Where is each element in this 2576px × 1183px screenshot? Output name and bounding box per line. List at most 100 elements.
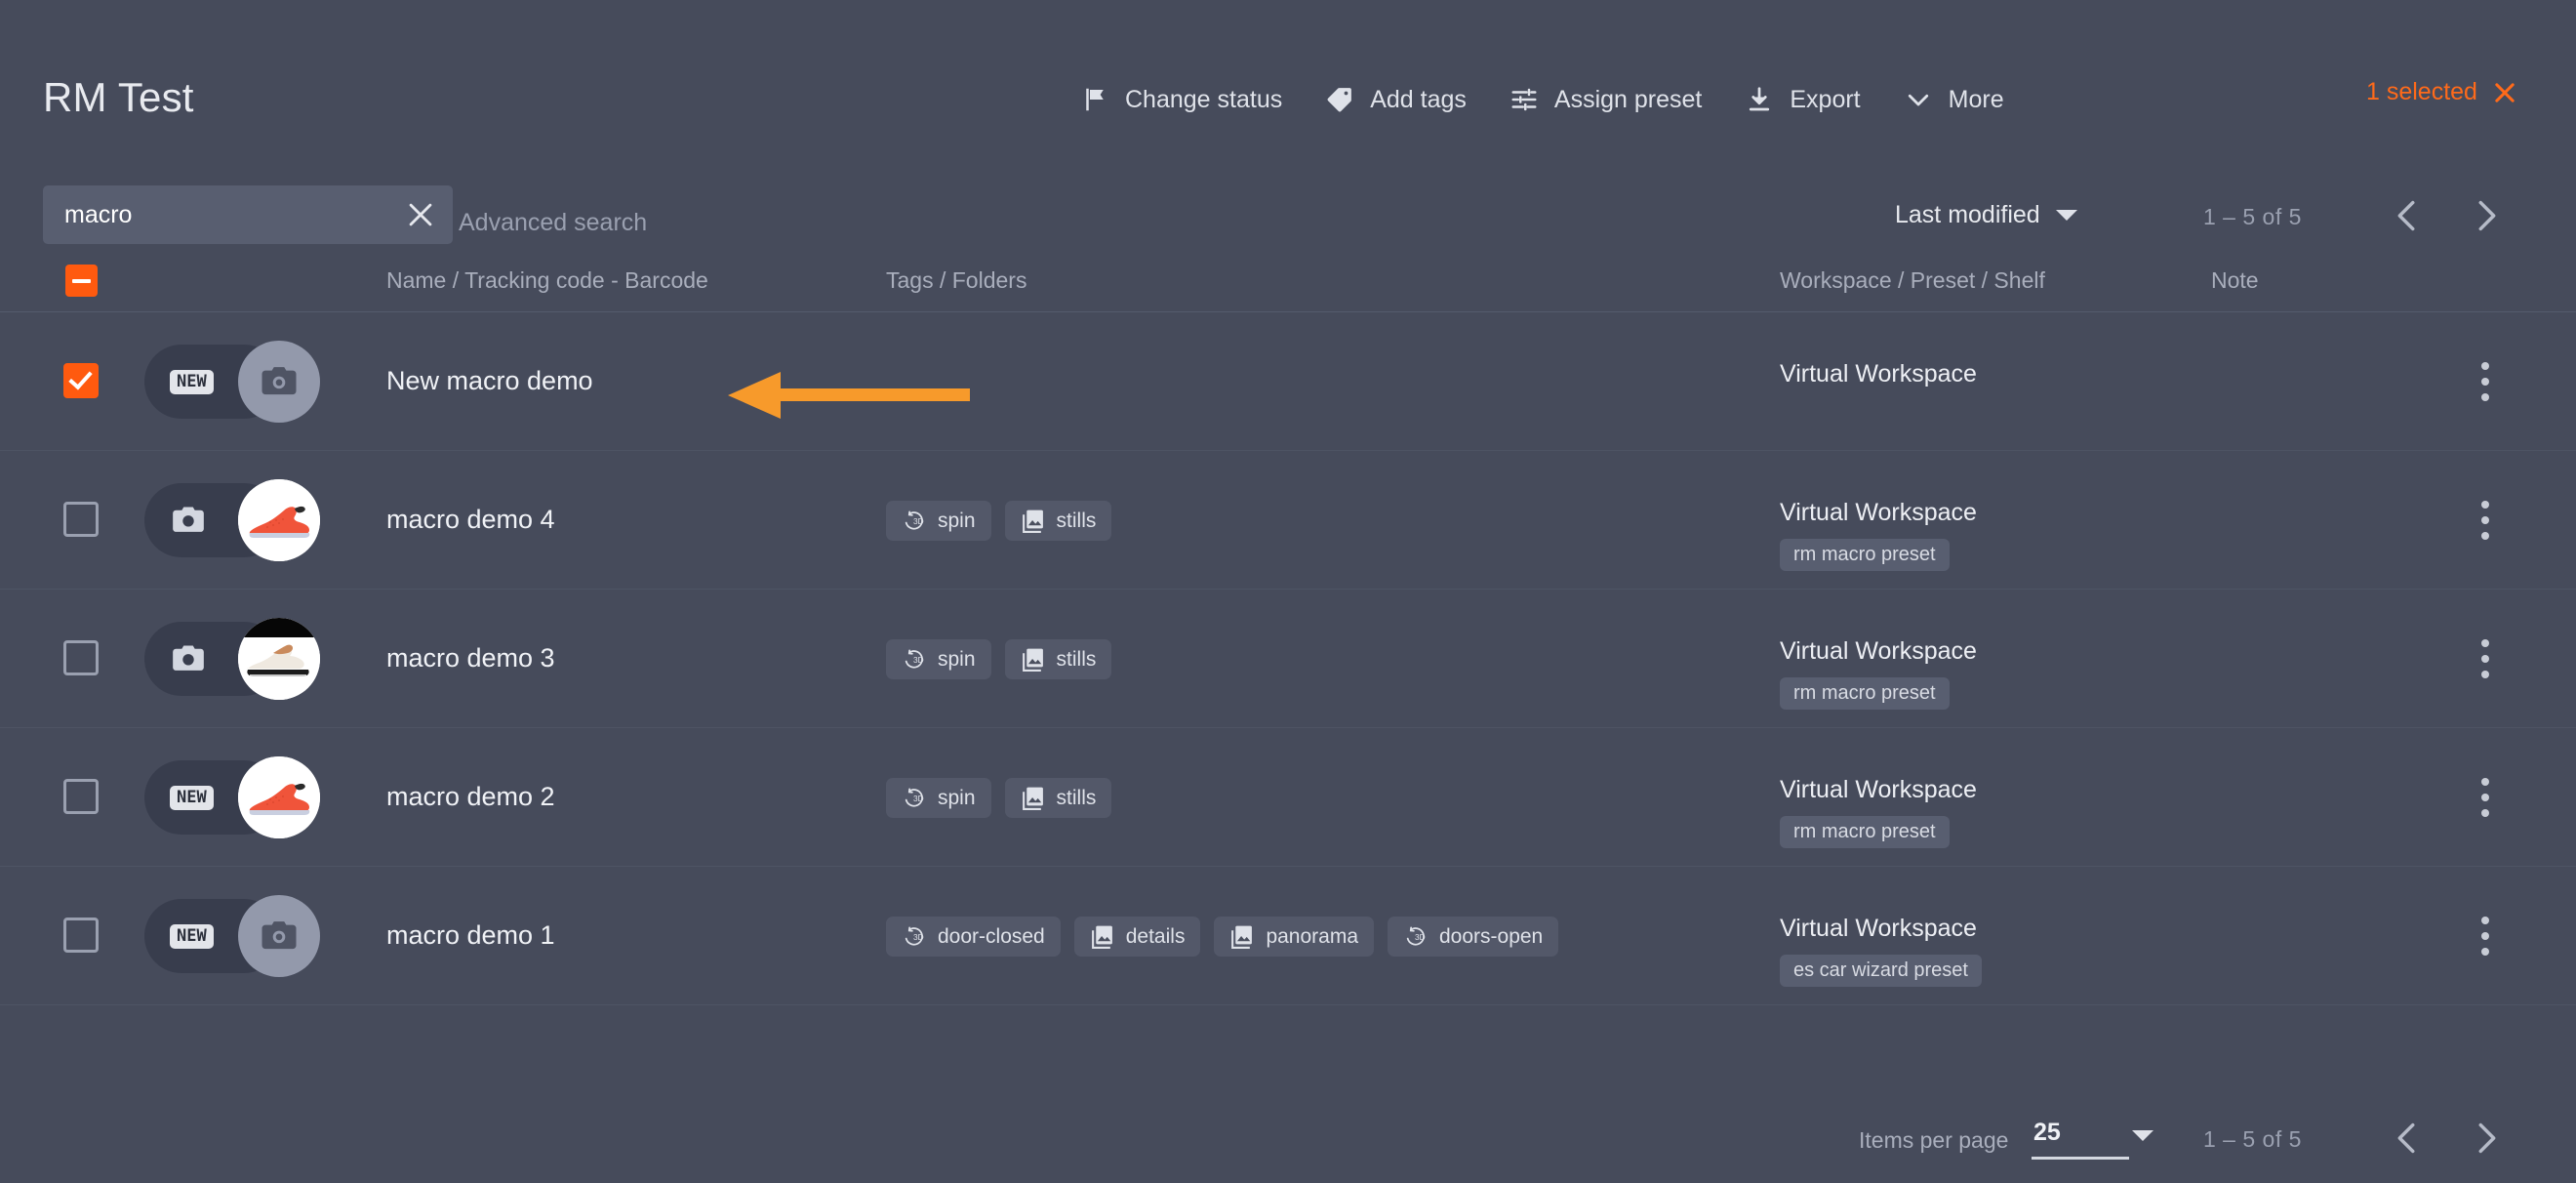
tag-chip[interactable]: stills [1004,639,1112,679]
tag-chip[interactable]: 3D spin [886,501,991,541]
avatar [238,895,320,977]
row-name[interactable]: New macro demo [386,366,593,396]
3d-rotation-icon: 3D [1403,924,1428,949]
tag-chip[interactable]: panorama [1214,917,1374,957]
row-checkbox[interactable] [63,502,99,537]
tag-chip[interactable]: 3D door-closed [886,917,1061,957]
search-input[interactable] [64,200,404,229]
avatar [238,341,320,423]
photo-library-icon [1021,647,1045,672]
avatar [238,756,320,838]
row-tags: 3D spin stills [886,778,1112,818]
sort-by-dropdown[interactable]: Last modified [1895,201,2077,229]
kebab-menu-icon[interactable] [2471,775,2500,820]
preset-chip[interactable]: rm macro preset [1780,539,1950,571]
preset-chip[interactable]: rm macro preset [1780,816,1950,848]
row-checkbox[interactable] [63,779,99,814]
photo-library-icon [1090,924,1114,949]
next-page-button-bottom[interactable] [2464,1116,2509,1161]
camera-icon [170,502,207,539]
column-header-note[interactable]: Note [2211,267,2259,294]
workspace-name: Virtual Workspace [1780,637,1977,665]
search-box[interactable] [43,185,453,244]
action-toolbar: Change status Add tags Assign preset Exp… [1059,75,2026,124]
tag-label: panorama [1266,924,1358,948]
svg-text:3D: 3D [913,655,924,665]
3d-rotation-icon: 3D [902,786,926,810]
column-header-name[interactable]: Name / Tracking code - Barcode [386,267,708,294]
tag-icon [1325,85,1354,114]
next-page-button-top[interactable] [2464,193,2509,238]
photo-library-icon [1229,924,1254,949]
photo-library-icon [1021,786,1045,810]
prev-page-button-bottom[interactable] [2385,1116,2430,1161]
tag-label: spin [938,786,976,809]
tag-chip[interactable]: details [1073,917,1201,957]
row-name[interactable]: macro demo 1 [386,920,555,951]
row-tags: 3D spin stills [886,501,1112,541]
3d-rotation-icon: 3D [902,647,926,672]
table-row[interactable]: macro demo 3 3D spin stills Virtual Work… [0,590,2576,728]
close-icon[interactable] [2491,79,2518,106]
prev-page-button-top[interactable] [2385,193,2430,238]
row-thumbnail-group: NEW [144,341,320,423]
tag-chip[interactable]: stills [1004,501,1112,541]
page-title: RM Test [43,74,194,120]
row-checkbox[interactable] [63,363,99,398]
row-checkbox[interactable] [63,640,99,675]
items-per-page-select[interactable]: 25 [2032,1115,2129,1160]
row-thumbnail-group [144,479,320,561]
table-row[interactable]: macro demo 4 3D spin stills Virtual Work… [0,451,2576,590]
add-tags-button[interactable]: Add tags [1304,75,1488,124]
search-row: Advanced search Last modified 1 – 5 of 5 [0,172,2576,246]
export-button[interactable]: Export [1723,75,1881,124]
kebab-menu-icon[interactable] [2471,636,2500,681]
tag-chip[interactable]: stills [1004,778,1112,818]
tag-label: spin [938,647,976,671]
svg-text:3D: 3D [913,794,924,803]
kebab-menu-icon[interactable] [2471,498,2500,543]
assign-preset-button[interactable]: Assign preset [1488,75,1723,124]
tag-label: stills [1056,786,1097,809]
tag-chip[interactable]: 3D spin [886,778,991,818]
row-name[interactable]: macro demo 4 [386,505,555,535]
row-checkbox[interactable] [63,918,99,953]
row-name[interactable]: macro demo 3 [386,643,555,673]
check-icon [68,365,93,390]
tag-chip[interactable]: 3D spin [886,639,991,679]
preset-chip[interactable]: es car wizard preset [1780,955,1982,987]
row-tags: 3D spin stills [886,639,1112,679]
preset-chip[interactable]: rm macro preset [1780,677,1950,710]
camera-icon [262,921,297,950]
clear-search-icon[interactable] [404,198,437,231]
table-row[interactable]: NEW New macro demo Virtual Workspace [0,312,2576,451]
row-name[interactable]: macro demo 2 [386,782,555,812]
select-all-checkbox[interactable] [65,265,98,297]
table-footer: Items per page 25 1 – 5 of 5 [0,1035,2576,1160]
advanced-search-link[interactable]: Advanced search [447,203,659,243]
tag-label: stills [1056,509,1097,532]
kebab-menu-icon[interactable] [2471,359,2500,404]
table-row[interactable]: NEW macro demo 2 3D spin stills Virtual … [0,728,2576,867]
tag-label: doors-open [1439,924,1544,948]
new-badge: NEW [170,369,214,394]
svg-text:3D: 3D [913,932,924,942]
kebab-menu-icon[interactable] [2471,914,2500,959]
table-header: Name / Tracking code - Barcode Tags / Fo… [0,252,2576,312]
selection-counter[interactable]: 1 selected [2366,78,2518,106]
pagination-range-bottom: 1 – 5 of 5 [2203,1126,2302,1152]
flag-icon [1080,85,1109,114]
pagination-range-top: 1 – 5 of 5 [2203,204,2302,229]
more-button[interactable]: More [1882,75,2026,124]
workspace-name: Virtual Workspace [1780,776,1977,803]
column-header-workspace[interactable]: Workspace / Preset / Shelf [1780,267,2045,294]
tag-chip[interactable]: 3D doors-open [1388,917,1559,957]
change-status-button[interactable]: Change status [1059,75,1304,124]
photo-library-icon [1021,509,1045,533]
svg-text:3D: 3D [1415,932,1426,942]
caret-down-icon[interactable] [2132,1130,2153,1141]
avatar [238,479,320,561]
column-header-tags[interactable]: Tags / Folders [886,267,1026,294]
download-icon [1745,85,1774,114]
table-row[interactable]: NEW macro demo 1 3D door-closed details [0,867,2576,1005]
